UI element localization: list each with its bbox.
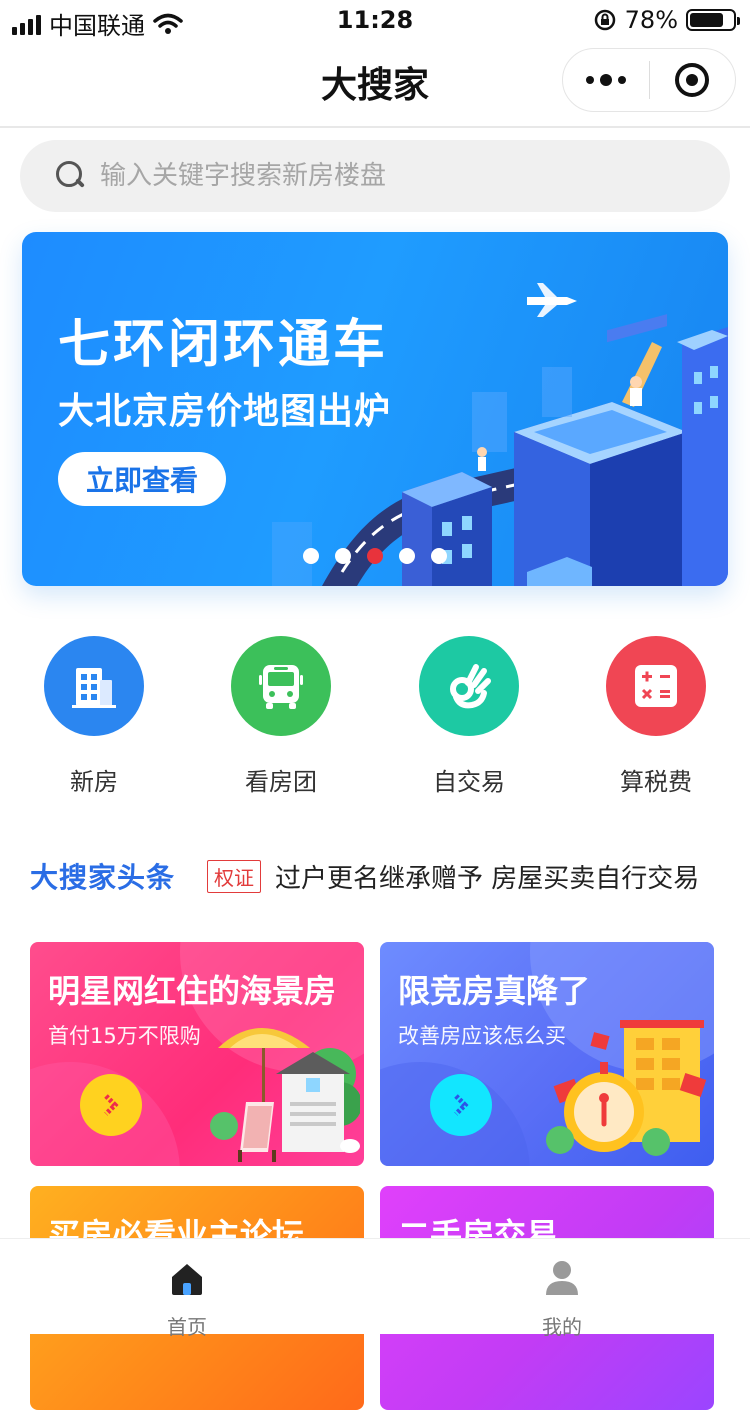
search-bar[interactable] — [20, 140, 730, 212]
quick-entries: 新房 看房团 自交易 算税费 — [0, 636, 750, 796]
card-title: 限竞房真降了 — [398, 972, 591, 1010]
quick-entry-tax-calc[interactable]: 算税费 — [586, 636, 726, 797]
tab-home[interactable]: 首页 — [127, 1239, 247, 1339]
tab-bar: 首页 我的 — [0, 1238, 750, 1339]
quick-entry-new-house[interactable]: 新房 — [24, 636, 164, 797]
tab-label: 首页 — [167, 1315, 207, 1339]
miniprogram-capsule — [562, 48, 736, 112]
card-price-capped-house[interactable]: 限竞房真降了 改善房应该怎么买 — [380, 942, 714, 1166]
carousel-indicator — [303, 548, 447, 564]
search-input[interactable] — [98, 160, 658, 192]
bus-icon — [231, 636, 331, 736]
carousel-dot[interactable] — [431, 548, 447, 564]
card-subtitle: 改善房应该怎么买 — [398, 1024, 566, 1048]
promo-banner[interactable]: 七环闭环通车 大北京房价地图出炉 立即查看 — [22, 232, 728, 586]
target-icon — [675, 63, 710, 97]
more-dot-icon — [599, 74, 612, 86]
card-go-button[interactable] — [80, 1074, 142, 1136]
banner-cta-button[interactable]: 立即查看 — [58, 452, 226, 506]
calculator-icon — [606, 636, 706, 736]
carousel-dot[interactable] — [399, 548, 415, 564]
carousel-dot-active[interactable] — [367, 548, 383, 564]
search-icon — [56, 161, 86, 191]
card-go-button[interactable] — [430, 1074, 492, 1136]
card-title: 明星网红住的海景房 — [48, 972, 337, 1010]
carousel-dot[interactable] — [335, 548, 351, 564]
banner-title: 七环闭环通车 — [58, 315, 389, 375]
nav-bar: 大搜家 — [0, 40, 750, 128]
battery-fill — [690, 13, 723, 27]
quick-entry-label: 自交易 — [433, 768, 505, 796]
quick-entry-tour-group[interactable]: 看房团 — [211, 636, 351, 797]
news-brand: 大搜家头条 — [30, 861, 176, 894]
banner-subtitle: 大北京房价地图出炉 — [58, 391, 392, 432]
ok-hand-icon — [419, 636, 519, 736]
more-dot-icon — [617, 76, 626, 84]
status-right: 78% — [593, 6, 740, 34]
card-subtitle: 首付15万不限购 — [48, 1024, 201, 1048]
chevron-right-icon — [104, 1094, 119, 1116]
card-seaview-house[interactable]: 明星网红住的海景房 首付15万不限购 — [30, 942, 364, 1166]
more-button[interactable] — [563, 74, 649, 86]
stopwatch-building-illustration — [546, 1020, 707, 1156]
rotation-lock-icon — [594, 9, 615, 31]
battery-icon — [686, 9, 740, 31]
quick-entry-label: 看房团 — [245, 768, 317, 796]
home-icon — [172, 1264, 202, 1295]
close-miniprogram-button[interactable] — [650, 63, 736, 97]
quick-entry-label: 算税费 — [620, 768, 692, 796]
more-dot-icon — [585, 76, 594, 84]
battery-percent: 78% — [624, 6, 678, 34]
news-ticker[interactable]: 大搜家头条 权证 过户更名继承赠予 房屋买卖自行交易 — [30, 856, 730, 896]
beach-house-illustration — [210, 1028, 360, 1162]
status-bar: 中国联通 11:28 78% — [0, 0, 750, 40]
user-icon — [546, 1261, 578, 1295]
chevron-right-icon — [454, 1094, 469, 1116]
carousel-dot[interactable] — [303, 548, 319, 564]
tab-label: 我的 — [542, 1315, 582, 1339]
news-headline-text[interactable]: 过户更名继承赠予 房屋买卖自行交易 — [275, 858, 699, 895]
quick-entry-label: 新房 — [70, 768, 118, 796]
quick-entry-self-trade[interactable]: 自交易 — [399, 636, 539, 797]
tab-mine[interactable]: 我的 — [502, 1239, 622, 1339]
building-icon — [44, 636, 144, 736]
news-tag-badge: 权证 — [207, 859, 262, 893]
